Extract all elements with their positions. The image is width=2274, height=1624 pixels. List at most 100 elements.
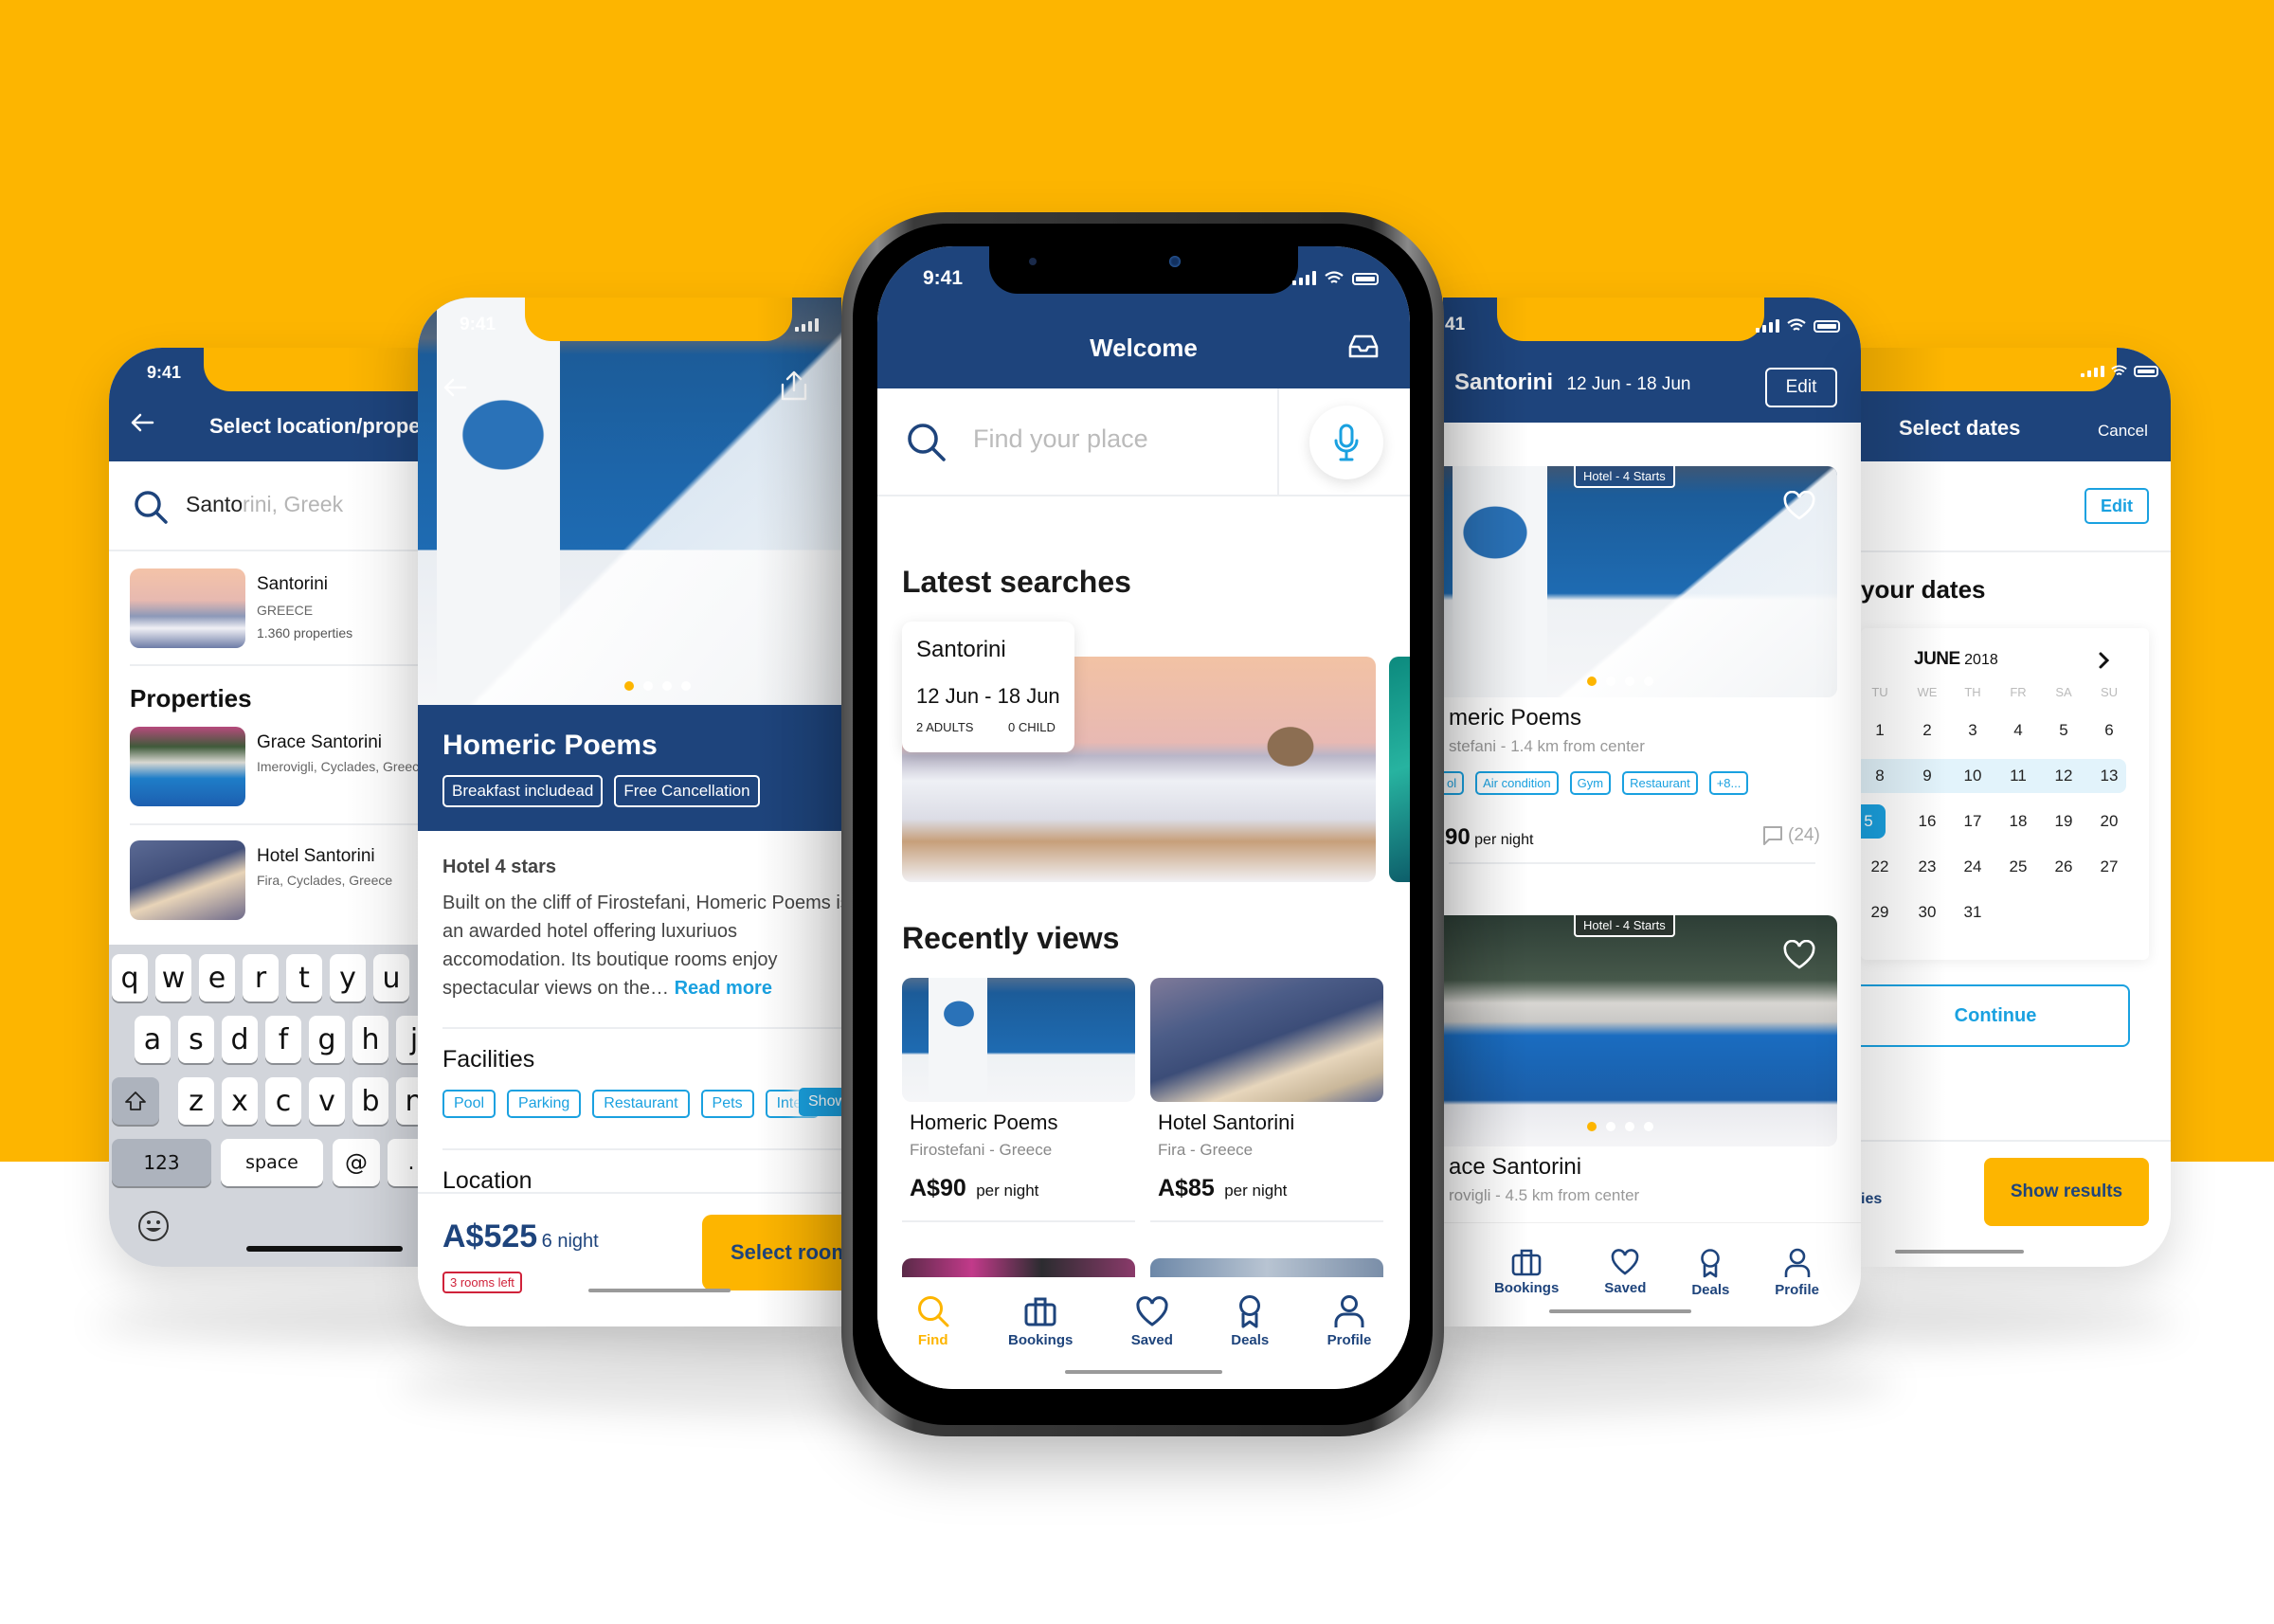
carousel-dots[interactable] xyxy=(1587,1122,1653,1131)
result-distance: stefani - 1.4 km from center xyxy=(1449,737,1645,755)
latest-search-card[interactable]: Santorini 12 Jun - 18 Jun 2 ADULTS 0 CHI… xyxy=(902,622,1074,752)
key-q[interactable]: q xyxy=(112,954,148,1001)
calendar-day[interactable]: 27 xyxy=(2090,850,2128,884)
emoji-icon[interactable] xyxy=(137,1210,170,1242)
result-hotel-name[interactable]: ace Santorini xyxy=(1449,1154,1581,1181)
calendar-day[interactable]: 3 xyxy=(1954,713,1992,748)
calendar-day[interactable]: 17 xyxy=(1954,804,1992,839)
tab-deals[interactable]: Deals xyxy=(1691,1248,1729,1298)
key-u[interactable]: u xyxy=(373,954,409,1001)
heart-icon[interactable] xyxy=(1782,940,1816,970)
voice-search-button[interactable] xyxy=(1309,406,1383,479)
back-button[interactable] xyxy=(442,377,467,403)
recent-hotel-card[interactable]: Hotel Santorini Fira - Greece A$85 per n… xyxy=(1150,978,1383,1224)
key-x[interactable]: x xyxy=(222,1077,258,1125)
back-button[interactable] xyxy=(130,412,154,438)
calendar-day[interactable]: 29 xyxy=(1861,895,1899,929)
carousel-dots[interactable] xyxy=(1587,677,1653,686)
calendar-day[interactable]: 10 xyxy=(1954,759,1992,793)
home-indicator xyxy=(246,1246,403,1252)
calendar-day[interactable]: 2 xyxy=(1908,713,1946,748)
key-z[interactable]: z xyxy=(178,1077,214,1125)
calendar-day[interactable]: 11 xyxy=(1999,759,2037,793)
select-room-button[interactable]: Select room xyxy=(702,1215,841,1290)
key-g[interactable]: g xyxy=(309,1016,345,1063)
calendar-day[interactable]: 25 xyxy=(1999,850,2037,884)
show-all-facilities-button[interactable]: Show xyxy=(799,1088,841,1116)
edit-button[interactable]: Edit xyxy=(2084,488,2149,524)
calendar-day[interactable]: 9 xyxy=(1908,759,1946,793)
key-a[interactable]: a xyxy=(135,1016,171,1063)
calendar-day[interactable]: 1 xyxy=(1861,713,1899,748)
tab-deals[interactable]: Deals xyxy=(1231,1294,1269,1348)
key-y[interactable]: y xyxy=(330,954,366,1001)
key-d[interactable]: d xyxy=(222,1016,258,1063)
share-button[interactable] xyxy=(780,370,808,406)
key-w[interactable]: w xyxy=(155,954,191,1001)
latest-searches-heading: Latest searches xyxy=(902,565,1131,599)
calendar-day[interactable]: 8 xyxy=(1861,759,1899,793)
carousel-dots[interactable] xyxy=(624,681,691,691)
heart-icon[interactable] xyxy=(1782,491,1816,521)
calendar-day[interactable]: 18 xyxy=(1999,804,2037,839)
edit-search-button[interactable]: Edit xyxy=(1765,368,1837,407)
facility-chip[interactable]: Parking xyxy=(507,1090,582,1118)
tab-profile[interactable]: Profile xyxy=(1327,1294,1371,1348)
search-input[interactable]: Santo rini, Greek xyxy=(109,461,431,551)
tab-saved[interactable]: Saved xyxy=(1131,1294,1173,1348)
calendar-day[interactable]: 22 xyxy=(1861,850,1899,884)
tab-profile[interactable]: Profile xyxy=(1775,1248,1819,1298)
key-b[interactable]: b xyxy=(352,1077,388,1125)
numbers-key[interactable]: 123 xyxy=(112,1139,211,1186)
calendar-day[interactable]: 31 xyxy=(1954,895,1992,929)
read-more-link[interactable]: Read more xyxy=(675,978,772,999)
cancel-button[interactable]: Cancel xyxy=(2098,422,2148,441)
hotel-photo[interactable] xyxy=(1443,915,1837,1146)
property-item[interactable]: Hotel Santorini Fira, Cyclades, Greece xyxy=(130,840,431,926)
show-results-button[interactable]: Show results xyxy=(1984,1158,2149,1226)
recent-hotel-card[interactable]: Homeric Poems Firostefani - Greece A$90 … xyxy=(902,978,1135,1224)
key-v[interactable]: v xyxy=(309,1077,345,1125)
result-hotel-name[interactable]: meric Poems xyxy=(1449,705,1581,731)
calendar-day[interactable]: 20 xyxy=(2090,804,2128,839)
calendar-day[interactable]: 13 xyxy=(2090,759,2128,793)
calendar-day[interactable]: 24 xyxy=(1954,850,1992,884)
space-key[interactable]: space xyxy=(221,1139,323,1186)
facility-chip: Air condition xyxy=(1475,771,1559,795)
weekday-label: SU xyxy=(2100,685,2119,699)
reviews-count[interactable]: (24) xyxy=(1761,824,1820,847)
tab-find[interactable]: Find xyxy=(916,1294,950,1348)
calendar-day[interactable]: 23 xyxy=(1908,850,1946,884)
tab-saved[interactable]: Saved xyxy=(1604,1248,1646,1296)
shift-key[interactable] xyxy=(112,1077,159,1125)
tab-bookings[interactable]: Bookings xyxy=(1494,1248,1559,1296)
key-c[interactable]: c xyxy=(265,1077,301,1125)
calendar-day-selected[interactable]: 5 xyxy=(1861,804,1886,839)
calendar-day[interactable]: 26 xyxy=(2045,850,2083,884)
facility-chip[interactable]: Pets xyxy=(700,1090,754,1118)
key-h[interactable]: h xyxy=(352,1016,388,1063)
inbox-icon[interactable] xyxy=(1347,334,1380,360)
calendar-day[interactable]: 19 xyxy=(2045,804,2083,839)
key-t[interactable]: t xyxy=(286,954,322,1001)
calendar-day[interactable]: 6 xyxy=(2090,713,2128,748)
next-search-card-peek[interactable] xyxy=(1389,657,1410,882)
key-r[interactable]: r xyxy=(243,954,279,1001)
facility-chip[interactable]: Pool xyxy=(442,1090,496,1118)
calendar-day[interactable]: 5 xyxy=(2045,713,2083,748)
calendar-day[interactable]: 12 xyxy=(2045,759,2083,793)
key-f[interactable]: f xyxy=(265,1016,301,1063)
location-result[interactable]: Santorini GREECE 1.360 properties xyxy=(130,563,414,648)
property-item[interactable]: Grace Santorini Imerovigli, Cyclades, Gr… xyxy=(130,727,431,812)
facility-chip[interactable]: Restaurant xyxy=(592,1090,690,1118)
key-s[interactable]: s xyxy=(178,1016,214,1063)
continue-button[interactable]: Continue xyxy=(1861,984,2130,1047)
calendar-day[interactable]: 4 xyxy=(1999,713,2037,748)
calendar-day[interactable]: 30 xyxy=(1908,895,1946,929)
calendar-day[interactable]: 16 xyxy=(1908,804,1946,839)
key-e[interactable]: e xyxy=(199,954,235,1001)
tab-bookings[interactable]: Bookings xyxy=(1008,1294,1073,1348)
at-key[interactable]: @ xyxy=(333,1139,380,1186)
search-input[interactable]: Find your place xyxy=(877,388,1279,495)
chevron-right-icon[interactable] xyxy=(2098,651,2111,670)
